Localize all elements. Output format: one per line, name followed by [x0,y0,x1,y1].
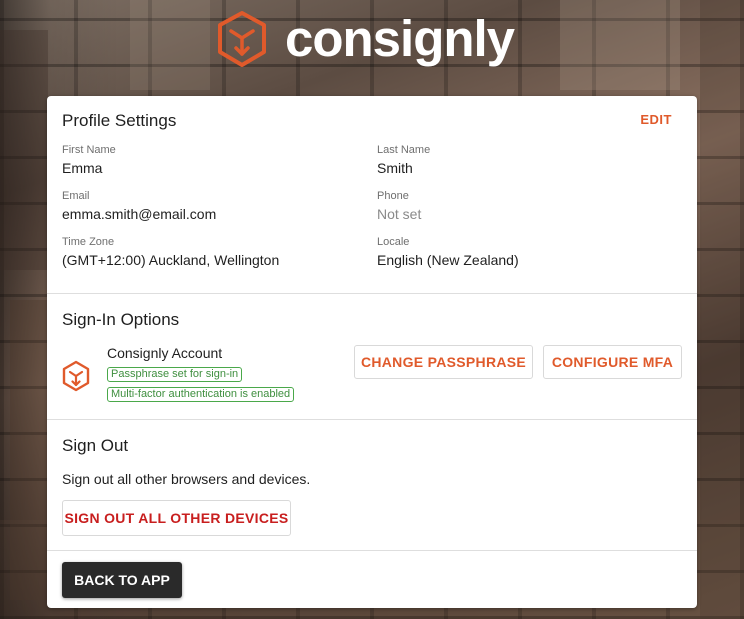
section-divider [47,550,697,551]
time-zone-field: Time Zone (GMT+12:00) Auckland, Wellingt… [62,235,279,269]
mfa-status-badge: Multi-factor authentication is enabled [107,387,295,402]
last-name-field: Last Name Smith [377,143,430,177]
sign-out-description: Sign out all other browsers and devices. [62,471,311,487]
locale-value: English (New Zealand) [377,252,519,268]
last-name-value: Smith [377,160,413,176]
time-zone-value: (GMT+12:00) Auckland, Wellington [62,252,280,268]
first-name-label: First Name [62,144,116,156]
account-name: Consignly Account [107,345,223,361]
consignly-cube-logo-icon [218,11,266,67]
phone-value: Not set [377,206,422,222]
phone-field: Phone Not set [377,189,421,223]
first-name-value: Emma [62,160,103,176]
edit-profile-button[interactable]: EDIT [640,112,672,127]
locale-field: Locale English (New Zealand) [377,235,519,269]
email-field: Email emma.smith@email.com [62,189,216,223]
passphrase-status-badge: Passphrase set for sign-in [107,367,243,382]
profile-card: Profile Settings EDIT First Name Emma La… [47,96,697,608]
locale-label: Locale [377,236,410,248]
section-divider [47,293,697,294]
sign-in-options-title: Sign-In Options [62,310,180,329]
change-passphrase-button[interactable]: CHANGE PASSPHRASE [354,345,533,379]
consignly-cube-icon [62,360,90,392]
first-name-field: First Name Emma [62,143,116,177]
configure-mfa-button[interactable]: CONFIGURE MFA [543,345,682,379]
email-label: Email [62,190,90,202]
brand-name: consignly [285,10,515,67]
last-name-label: Last Name [377,144,431,156]
time-zone-label: Time Zone [62,236,115,248]
sign-out-title: Sign Out [62,436,129,455]
brand-logo: consignly [216,10,515,68]
section-divider [47,419,697,420]
sign-out-all-devices-button[interactable]: SIGN OUT ALL OTHER DEVICES [62,500,291,536]
profile-settings-title: Profile Settings [62,111,177,130]
back-to-app-button[interactable]: BACK TO APP [62,562,182,598]
email-value: emma.smith@email.com [62,206,217,222]
phone-label: Phone [377,190,409,202]
